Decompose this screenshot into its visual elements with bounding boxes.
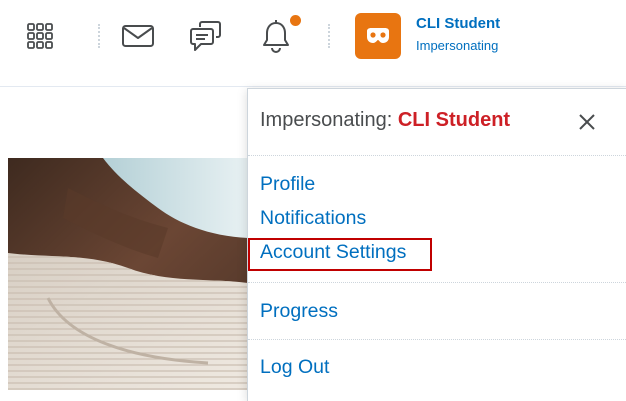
user-menu-button[interactable]: CLI Student Impersonating bbox=[355, 10, 515, 62]
banner-image bbox=[8, 158, 248, 390]
menu-item-notifications[interactable]: Notifications bbox=[260, 207, 366, 230]
close-button[interactable] bbox=[572, 107, 602, 137]
impersonated-user-name: CLI Student bbox=[397, 109, 511, 131]
user-role: Impersonating bbox=[416, 38, 499, 53]
notification-badge bbox=[290, 15, 301, 26]
menu-item-logout[interactable]: Log Out bbox=[260, 356, 329, 379]
grid-icon[interactable] bbox=[20, 16, 60, 56]
divider bbox=[248, 339, 626, 340]
header-divider bbox=[0, 86, 626, 87]
mail-icon[interactable] bbox=[118, 16, 158, 56]
separator bbox=[98, 24, 100, 48]
impersonation-title: Impersonating: CLI Student bbox=[260, 109, 510, 132]
impersonation-prefix: Impersonating: bbox=[260, 109, 398, 131]
chat-icon[interactable] bbox=[186, 16, 226, 56]
close-icon bbox=[579, 114, 595, 130]
user-name: CLI Student bbox=[416, 15, 501, 32]
avatar bbox=[355, 13, 401, 59]
divider bbox=[248, 155, 626, 156]
highlight-box bbox=[248, 238, 432, 271]
dropdown-header: Impersonating: CLI Student bbox=[248, 89, 626, 155]
separator bbox=[328, 24, 330, 48]
user-dropdown-menu: Impersonating: CLI Student Profile Notif… bbox=[247, 88, 626, 401]
top-navbar: CLI Student Impersonating bbox=[0, 0, 626, 86]
menu-item-profile[interactable]: Profile bbox=[260, 173, 315, 196]
menu-item-progress[interactable]: Progress bbox=[260, 300, 338, 323]
mask-icon bbox=[367, 28, 389, 43]
divider bbox=[248, 282, 626, 283]
